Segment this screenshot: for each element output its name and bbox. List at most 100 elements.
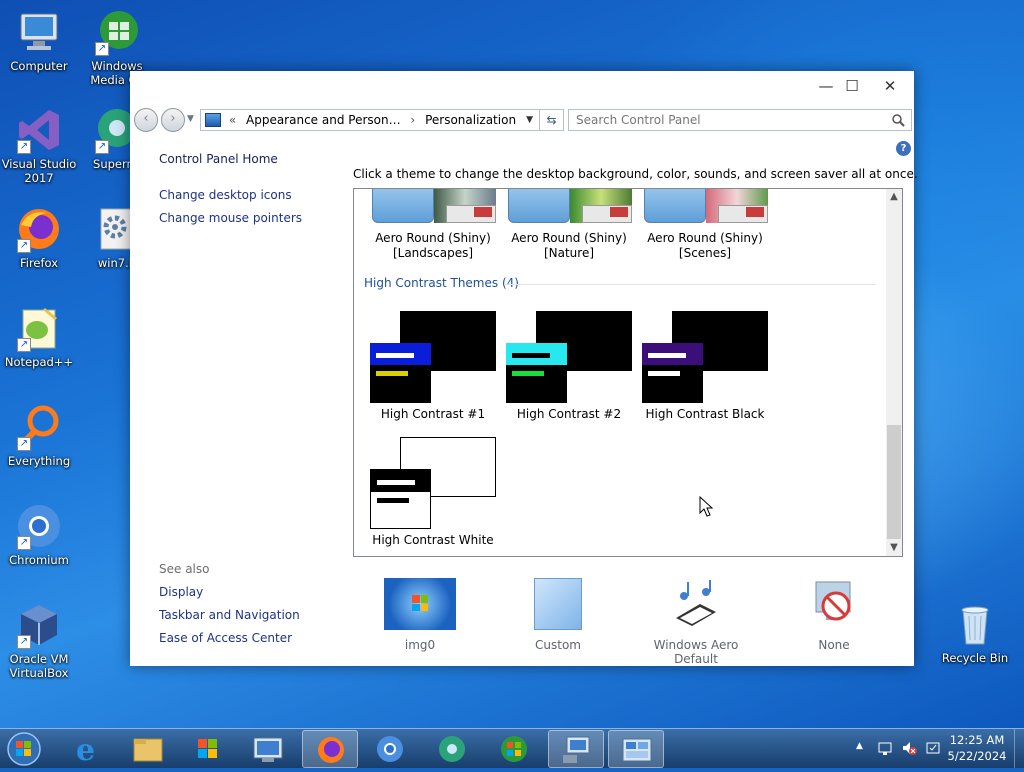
- sounds-icon: [670, 578, 722, 630]
- taskbar-supermium[interactable]: [424, 730, 480, 768]
- maximize-button[interactable]: ☐: [832, 73, 872, 99]
- theme-high-contrast-2[interactable]: High Contrast #2: [503, 311, 635, 422]
- action-center-icon[interactable]: [925, 740, 941, 759]
- personalization-window: — ☐ ✕ ‹ › ▼ « Appearance and Person… › P…: [130, 71, 918, 666]
- theme-thumbnail: [506, 311, 632, 405]
- theme-list[interactable]: Aero Round (Shiny) [Landscapes] Aero Rou…: [353, 188, 903, 557]
- theme-aero-landscapes[interactable]: Aero Round (Shiny) [Landscapes]: [367, 189, 499, 261]
- forward-button[interactable]: ›: [161, 108, 185, 132]
- search-input[interactable]: Search Control Panel: [568, 109, 912, 131]
- chromium-icon: [377, 736, 403, 762]
- close-glyph-icon: [474, 207, 492, 217]
- show-desktop-button[interactable]: [1014, 729, 1024, 768]
- taskbar-navigation-link[interactable]: Taskbar and Navigation: [159, 608, 300, 622]
- screen-saver-none-icon: [810, 578, 858, 630]
- desktop-icon-everything[interactable]: ↗ Everything: [0, 403, 78, 468]
- taskbar-control-panel-tool[interactable]: [548, 730, 604, 768]
- taskbar-windows-media-center[interactable]: [486, 730, 542, 768]
- desktop: Computer ↗ Windows Media Ce ↗ Visual Stu…: [0, 0, 1024, 728]
- breadcrumb-personalization[interactable]: Personalization: [425, 113, 516, 127]
- desktop-icon-computer[interactable]: Computer: [0, 8, 78, 73]
- scrollbar-thumb[interactable]: [887, 425, 901, 539]
- display-link[interactable]: Display: [159, 585, 203, 599]
- taskbar: e ▲ 12:25 AM 5/22/2024: [0, 728, 1024, 768]
- theme-high-contrast-white[interactable]: High Contrast White: [367, 437, 499, 548]
- scroll-up-arrow-icon[interactable]: ▲: [886, 189, 902, 205]
- desktop-icon-label: Chromium: [9, 553, 69, 567]
- thumbnail-front-window: [642, 343, 703, 403]
- start-button[interactable]: [4, 730, 44, 768]
- theme-high-contrast-1[interactable]: High Contrast #1: [367, 311, 499, 422]
- ease-of-access-link[interactable]: Ease of Access Center: [159, 631, 292, 645]
- taskbar-remote-desktop[interactable]: [240, 730, 296, 768]
- address-bar[interactable]: « Appearance and Person… › Personalizati…: [200, 109, 540, 131]
- firefox-icon: [318, 737, 344, 763]
- address-overflow-chevron[interactable]: «: [229, 113, 236, 127]
- theme-label: High Contrast White: [372, 533, 494, 547]
- windows-logo-icon: [412, 595, 428, 611]
- window-color-label: Custom: [535, 638, 581, 652]
- sounds-link[interactable]: Windows Aero Default: [631, 578, 761, 666]
- back-button[interactable]: ‹: [134, 108, 158, 132]
- see-also-heading: See also: [159, 562, 210, 576]
- taskbar-internet-explorer[interactable]: e: [60, 730, 116, 768]
- desktop-icon-visual-studio[interactable]: ↗ Visual Studio 2017: [0, 106, 78, 185]
- desktop-background-link[interactable]: img0: [355, 578, 485, 652]
- help-icon[interactable]: ?: [896, 141, 911, 156]
- control-panel-home-link[interactable]: Control Panel Home: [159, 152, 278, 166]
- desktop-icon-notepad-plus-plus[interactable]: ↗ Notepad++: [0, 304, 78, 369]
- group-divider: [504, 284, 876, 285]
- breadcrumb-separator[interactable]: ›: [410, 113, 415, 127]
- theme-aero-scenes[interactable]: Aero Round (Shiny) [Scenes]: [639, 189, 771, 261]
- breadcrumb-appearance[interactable]: Appearance and Person…: [246, 113, 401, 127]
- navigation-bar: ‹ › ▼ « Appearance and Person… › Persona…: [130, 103, 914, 137]
- theme-thumbnail: [370, 311, 496, 405]
- folder-icon: [133, 738, 163, 762]
- shortcut-arrow-icon: ↗: [17, 437, 31, 451]
- high-contrast-group-header: High Contrast Themes (4): [364, 276, 519, 290]
- scroll-down-arrow-icon[interactable]: ▼: [886, 540, 902, 556]
- desktop-icon-recycle-bin[interactable]: Recycle Bin: [936, 600, 1014, 665]
- taskbar-store[interactable]: [180, 730, 236, 768]
- theme-aero-nature[interactable]: Aero Round (Shiny) [Nature]: [503, 189, 635, 261]
- theme-label: Aero Round (Shiny) [Nature]: [511, 231, 627, 260]
- windows-media-center-icon: ↗: [93, 8, 141, 56]
- screen-saver-link[interactable]: None: [769, 578, 899, 652]
- theme-label: Aero Round (Shiny) [Scenes]: [647, 231, 763, 260]
- window-color-link[interactable]: Custom: [493, 578, 623, 652]
- taskbar-personalization[interactable]: [608, 730, 664, 768]
- theme-high-contrast-black[interactable]: High Contrast Black: [639, 311, 771, 422]
- supermium-icon: [439, 736, 465, 762]
- desktop-icon-chromium[interactable]: ↗ Chromium: [0, 502, 78, 567]
- address-dropdown-icon[interactable]: ▼: [526, 110, 533, 130]
- theme-label: Aero Round (Shiny) [Landscapes]: [375, 231, 491, 260]
- virtualbox-icon: ↗: [15, 601, 63, 649]
- desktop-icon-firefox[interactable]: ↗ Firefox: [0, 205, 78, 270]
- refresh-button[interactable]: ⇆: [540, 109, 564, 131]
- show-hidden-icons-button[interactable]: ▲: [856, 741, 863, 751]
- clock-date: 5/22/2024: [947, 749, 1007, 763]
- taskbar-firefox[interactable]: [302, 730, 358, 768]
- change-desktop-icons-link[interactable]: Change desktop icons: [159, 188, 292, 202]
- shortcut-arrow-icon: ↗: [17, 536, 31, 550]
- remote-desktop-icon: [253, 737, 283, 762]
- theme-list-scrollbar[interactable]: ▲ ▼: [886, 189, 902, 556]
- taskbar-chromium[interactable]: [362, 730, 418, 768]
- instruction-text: Click a theme to change the desktop back…: [353, 167, 918, 181]
- computer-tools-icon: [563, 736, 590, 763]
- thumbnail-front-window: [370, 343, 431, 403]
- taskbar-file-explorer[interactable]: [120, 730, 176, 768]
- clock[interactable]: 12:25 AM 5/22/2024: [944, 732, 1010, 764]
- desktop-icon-virtualbox[interactable]: ↗ Oracle VM VirtualBox: [0, 601, 78, 680]
- volume-muted-icon[interactable]: [901, 740, 917, 759]
- shortcut-arrow-icon: ↗: [17, 635, 31, 649]
- theme-label: High Contrast #1: [380, 407, 486, 421]
- close-button[interactable]: ✕: [870, 73, 910, 99]
- recent-pages-dropdown[interactable]: ▼: [187, 114, 194, 124]
- title-bar: — ☐ ✕: [130, 71, 914, 101]
- network-icon[interactable]: [877, 740, 893, 759]
- mouse-cursor-icon: [699, 495, 714, 521]
- desktop-icon-label: Recycle Bin: [941, 651, 1009, 665]
- notepad-plus-plus-icon: ↗: [15, 304, 63, 352]
- change-mouse-pointers-link[interactable]: Change mouse pointers: [159, 211, 302, 225]
